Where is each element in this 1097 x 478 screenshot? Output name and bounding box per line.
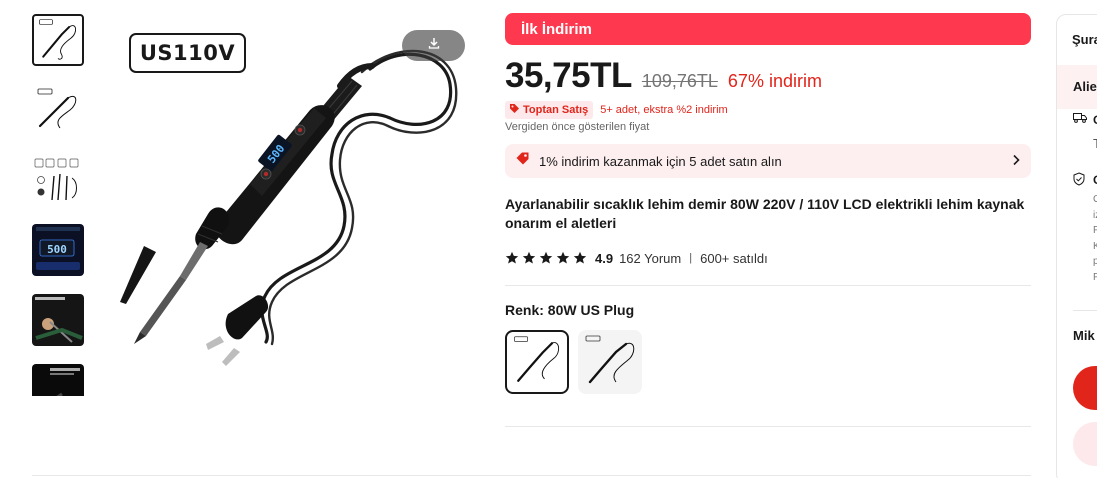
download-icon [427, 36, 441, 55]
ship-to-label[interactable]: Şura [1072, 32, 1097, 47]
reviews-link[interactable]: 162 Yorum [619, 251, 681, 266]
thumbnail-list: 500 [32, 14, 84, 396]
original-price: 109,76TL [641, 71, 718, 91]
svg-text:500: 500 [47, 243, 67, 256]
protection-line: P [1093, 270, 1097, 286]
purchase-panel: Şura Alie G T G G iz P K p P Mik [1056, 14, 1097, 478]
first-discount-banner: İlk İndirim [505, 13, 1031, 45]
rating-value: 4.9 [595, 250, 614, 266]
protection-line: p [1093, 254, 1097, 270]
star-icon [539, 251, 553, 264]
wholesale-offer: 5+ adet, ekstra %2 indirim [600, 104, 728, 116]
divider [1073, 310, 1097, 311]
chevron-right-icon [1011, 153, 1021, 169]
star-icon [505, 251, 519, 264]
thumbnail-1[interactable] [32, 14, 84, 66]
divider [32, 475, 1031, 476]
protection-heading: G [1093, 173, 1097, 187]
add-to-cart-button[interactable] [1073, 422, 1097, 466]
truck-icon [1073, 112, 1087, 127]
download-button[interactable] [402, 30, 465, 61]
star-icon [522, 251, 536, 264]
separator: | [689, 252, 693, 264]
thumbnail-4[interactable]: 500 [32, 224, 84, 276]
color-label: Renk: 80W US Plug [505, 302, 635, 318]
tag-icon [509, 103, 520, 117]
protection-line: P [1093, 223, 1097, 239]
wholesale-row: Toptan Satış 5+ adet, ekstra %2 indirim [505, 101, 728, 119]
buy-now-button[interactable] [1073, 366, 1097, 410]
sold-count: 600+ satıldı [700, 250, 768, 266]
price-row: 35,75TL 109,76TL 67% indirim [505, 56, 822, 96]
wholesale-badge-label: Toptan Satış [523, 104, 589, 116]
divider [505, 426, 1031, 427]
product-title: Ayarlanabilir sıcaklık lehim demir 80W 2… [505, 196, 1025, 231]
divider [505, 285, 1031, 286]
seller-label[interactable]: Alie [1073, 79, 1097, 94]
thumbnail-5[interactable] [32, 294, 84, 346]
variant-us-plug[interactable] [505, 330, 569, 394]
protection-lines: G iz P K p P [1093, 192, 1097, 285]
thumbnail-2[interactable] [32, 84, 84, 136]
bulk-discount-text: 1% indirim kazanmak için 5 adet satın al… [539, 153, 782, 169]
variant-eu-plug[interactable] [578, 330, 642, 394]
thumbnail-3[interactable] [32, 154, 84, 206]
discount-percent: 67% indirim [727, 71, 822, 91]
shield-icon [1073, 172, 1085, 189]
thumbnail-6[interactable] [32, 364, 84, 396]
bulk-discount-bar[interactable]: 1% indirim kazanmak için 5 adet satın al… [505, 144, 1031, 178]
protection-line: K [1093, 239, 1097, 255]
protection-line: iz [1093, 209, 1097, 221]
rating-row: 4.9 162 Yorum | 600+ satıldı [505, 249, 768, 267]
star-rating [505, 251, 587, 265]
shipping-line: T [1093, 136, 1097, 151]
quantity-label: Mik [1073, 328, 1095, 343]
model-label: US110V [129, 33, 246, 73]
tag-icon [515, 151, 530, 171]
current-price: 35,75TL [505, 56, 632, 95]
wholesale-badge: Toptan Satış [505, 101, 594, 119]
promo-label: İlk İndirim [521, 20, 592, 38]
shipping-heading: G [1093, 113, 1097, 127]
main-product-image[interactable]: 500 US110V [100, 14, 480, 394]
star-icon [573, 251, 587, 264]
star-icon [556, 251, 570, 264]
vat-note: Vergiden önce gösterilen fiyat [505, 121, 650, 133]
protection-line: G [1093, 192, 1097, 208]
